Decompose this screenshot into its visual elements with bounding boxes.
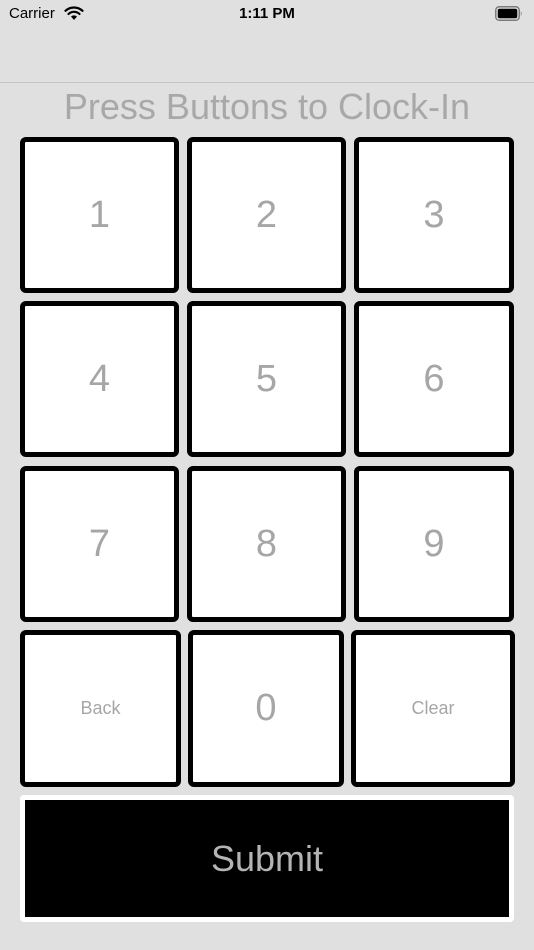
page-title: Press Buttons to Clock-In <box>63 86 471 127</box>
key-3-button[interactable]: 3 <box>354 137 514 293</box>
key-2-button[interactable]: 2 <box>187 137 346 293</box>
battery-icon <box>495 6 522 21</box>
key-9-button[interactable]: 9 <box>354 466 514 622</box>
status-time: 1:11 PM <box>239 5 295 22</box>
key-7-button[interactable]: 7 <box>20 466 179 622</box>
key-1-button[interactable]: 1 <box>20 137 179 293</box>
key-6-button[interactable]: 6 <box>354 301 514 457</box>
key-0-button[interactable]: 0 <box>188 630 344 787</box>
key-5-button[interactable]: 5 <box>187 301 346 457</box>
submit-button[interactable]: Submit <box>20 795 514 922</box>
navigation-bar <box>0 28 534 83</box>
back-button[interactable]: Back <box>20 630 181 787</box>
key-4-button[interactable]: 4 <box>20 301 179 457</box>
clear-button[interactable]: Clear <box>351 630 515 787</box>
status-bar: Carrier 1:11 PM <box>0 0 534 28</box>
key-8-button[interactable]: 8 <box>187 466 346 622</box>
